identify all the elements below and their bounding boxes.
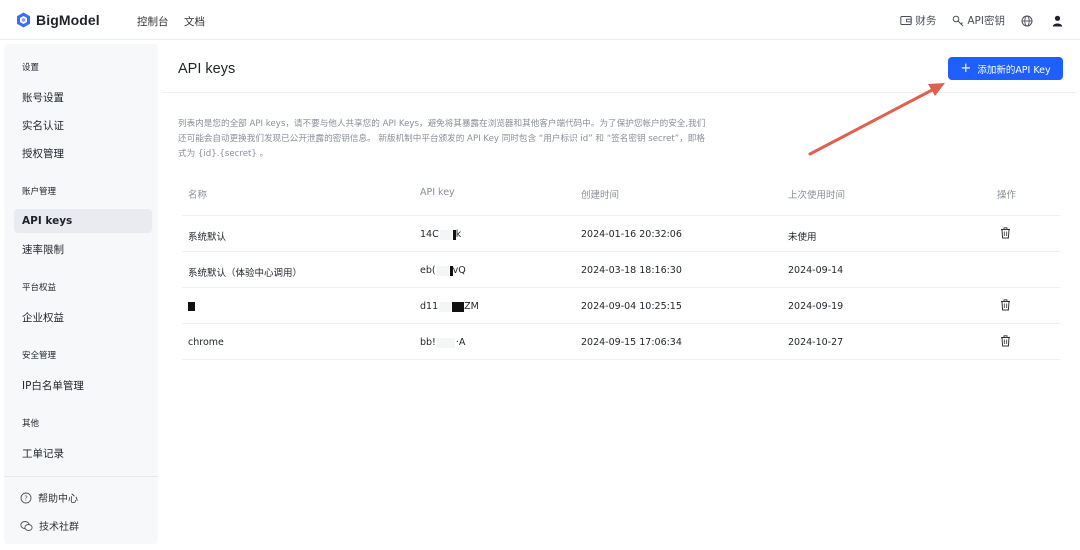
key-name: 系统默认 bbox=[188, 232, 227, 243]
api-key-prefix: bb! bbox=[420, 337, 436, 348]
table-row: chrome bb! ·A 2024-09-15 17:06:34 2024-10… bbox=[182, 324, 1060, 360]
created-time: 2024-09-04 10:25:15 bbox=[581, 301, 682, 312]
column-created: 创建时间 bbox=[581, 190, 620, 201]
table-row: d11 ZM 2024-09-04 10:25:15 2024-09-19 bbox=[182, 288, 1060, 324]
sidebar-item-account-settings[interactable]: 账号设置 bbox=[14, 85, 152, 109]
created-time: 2024-09-15 17:06:34 bbox=[581, 337, 682, 348]
user-button[interactable] bbox=[1052, 15, 1066, 27]
sidebar-group-security: 安全管理 bbox=[22, 351, 57, 361]
key-name: 系统默认（体验中心调用） bbox=[188, 268, 303, 279]
last-used-time: 2024-09-14 bbox=[788, 265, 844, 276]
api-key-value: d11 ZM bbox=[420, 301, 479, 312]
api-key-menu[interactable]: API密钥 bbox=[952, 13, 1005, 28]
sidebar-item-ip-whitelist[interactable]: IP白名单管理 bbox=[14, 373, 152, 397]
help-circle-icon: ? bbox=[20, 492, 32, 503]
help-center-label: 帮助中心 bbox=[38, 494, 78, 505]
api-keys-description: 列表内是您的全部 API keys，请不要与他人共享您的 API Keys，避免… bbox=[178, 119, 706, 159]
sidebar-item-api-keys[interactable]: API keys bbox=[14, 209, 152, 233]
page-title: API keys bbox=[178, 61, 236, 77]
redaction-mask bbox=[436, 265, 449, 276]
sidebar-item-rate-limit[interactable]: 速率限制 bbox=[14, 237, 152, 261]
finance-menu[interactable]: 财务 bbox=[900, 13, 936, 28]
table-row: 系统默认 14C k 2024-01-16 20:32:06 未使用 bbox=[182, 216, 1060, 252]
chat-icon bbox=[20, 520, 33, 531]
table-row: 系统默认（体验中心调用） eb( vQ 2024-03-18 18:16:30 2… bbox=[182, 252, 1060, 288]
tech-community-link[interactable]: 技术社群 bbox=[20, 518, 79, 533]
key-name: chrome bbox=[188, 337, 224, 348]
api-key-suffix: ·A bbox=[455, 337, 466, 348]
top-bar: BigModel 控制台 文档 财务 API密钥 bbox=[0, 0, 1080, 40]
sidebar-item-tickets[interactable]: 工单记录 bbox=[14, 441, 152, 465]
trash-icon[interactable] bbox=[1000, 335, 1011, 347]
annotation-arrow bbox=[808, 83, 945, 156]
last-used-time: 2024-09-19 bbox=[788, 301, 844, 312]
add-api-key-label: 添加新的API Key bbox=[977, 64, 1051, 76]
help-center-link[interactable]: ? 帮助中心 bbox=[20, 490, 78, 505]
redaction-mask bbox=[439, 229, 452, 240]
last-used-time: 2024-10-27 bbox=[788, 337, 844, 348]
api-key-menu-label: API密钥 bbox=[967, 15, 1005, 27]
api-key-suffix: k bbox=[455, 229, 462, 240]
nav-console[interactable]: 控制台 bbox=[137, 14, 169, 29]
logo-cube-icon bbox=[17, 12, 30, 28]
language-button[interactable] bbox=[1021, 15, 1036, 27]
wallet-icon bbox=[900, 16, 913, 25]
trash-icon[interactable] bbox=[1000, 227, 1011, 239]
sidebar-group-account: 账户管理 bbox=[22, 187, 57, 197]
redaction-mark bbox=[452, 301, 465, 312]
finance-label: 财务 bbox=[915, 15, 937, 27]
key-name-redacted bbox=[188, 301, 195, 312]
api-key-value: eb( vQ bbox=[420, 265, 466, 276]
api-key-suffix: ZM bbox=[464, 301, 479, 312]
api-key-prefix: d11 bbox=[420, 301, 439, 312]
sidebar-item-authorization[interactable]: 授权管理 bbox=[14, 141, 152, 165]
api-key-value: bb! ·A bbox=[420, 337, 465, 348]
add-api-key-button[interactable]: + 添加新的API Key bbox=[948, 57, 1063, 80]
column-name: 名称 bbox=[188, 190, 208, 201]
plus-icon: + bbox=[960, 61, 972, 76]
nav-docs[interactable]: 文档 bbox=[184, 14, 205, 29]
brand-logo[interactable]: BigModel bbox=[16, 12, 100, 28]
tech-community-label: 技术社群 bbox=[39, 522, 79, 533]
redaction-mask bbox=[439, 301, 452, 312]
globe-icon bbox=[1021, 15, 1033, 26]
created-time: 2024-01-16 20:32:06 bbox=[581, 229, 682, 240]
sidebar-divider bbox=[4, 476, 158, 477]
top-right-menu: 财务 API密钥 bbox=[884, 13, 1066, 28]
column-api-key: API key bbox=[420, 187, 455, 198]
column-actions: 操作 bbox=[997, 190, 1017, 201]
sidebar-group-settings: 设置 bbox=[22, 63, 40, 73]
column-last-used: 上次使用时间 bbox=[788, 190, 846, 201]
redaction-mask bbox=[436, 337, 455, 348]
sidebar-group-benefits: 平台权益 bbox=[22, 283, 57, 293]
redaction-mark bbox=[188, 302, 195, 311]
trash-icon[interactable] bbox=[1000, 299, 1011, 311]
table-header: 名称 API key 创建时间 上次使用时间 操作 bbox=[182, 187, 1060, 209]
api-key-prefix: 14C bbox=[420, 229, 439, 240]
sidebar: 设置 账号设置 实名认证 授权管理 账户管理 API keys 速率限制 平台权… bbox=[4, 44, 158, 544]
api-key-value: 14C k bbox=[420, 229, 461, 240]
brand-name: BigModel bbox=[36, 12, 100, 28]
sidebar-item-enterprise[interactable]: 企业权益 bbox=[14, 305, 152, 329]
user-icon bbox=[1052, 15, 1063, 26]
api-key-prefix: eb( bbox=[420, 265, 436, 276]
key-icon bbox=[953, 15, 964, 26]
last-used-time: 未使用 bbox=[788, 232, 817, 243]
sidebar-item-real-name[interactable]: 实名认证 bbox=[14, 113, 152, 137]
svg-text:?: ? bbox=[24, 494, 28, 502]
sidebar-group-other: 其他 bbox=[22, 419, 40, 429]
created-time: 2024-03-18 18:16:30 bbox=[581, 265, 682, 276]
api-key-suffix: vQ bbox=[452, 265, 466, 276]
